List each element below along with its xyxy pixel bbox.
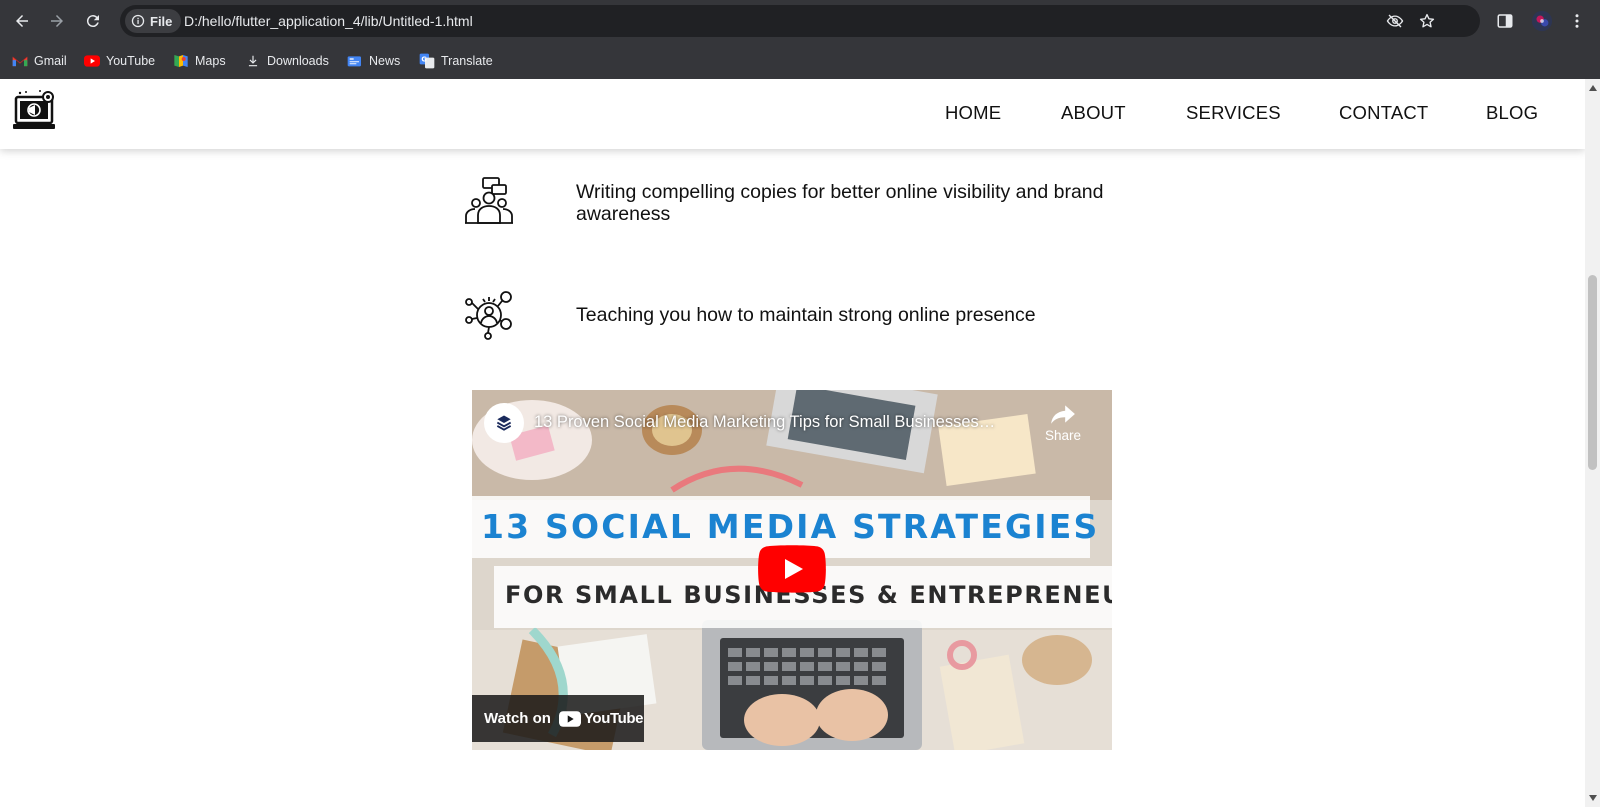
laptop-megaphone-logo-icon[interactable]	[12, 89, 56, 135]
scroll-down-arrow-icon[interactable]	[1588, 793, 1597, 802]
bookmark-news[interactable]: News	[347, 51, 400, 71]
svg-text:G: G	[421, 56, 426, 64]
network-person-icon	[465, 291, 512, 340]
site-header: HOME ABOUT SERVICES CONTACT BLOG	[0, 79, 1585, 149]
scrollbar-thumb[interactable]	[1588, 275, 1597, 470]
nav-contact[interactable]: CONTACT	[1339, 102, 1428, 124]
address-bar[interactable]: File D:/hello/flutter_application_4/lib/…	[120, 5, 1480, 37]
bookmark-youtube[interactable]: YouTube	[84, 51, 155, 71]
thumbnail-headline: 13 SOCIAL MEDIA STRATEGIES	[481, 507, 1100, 546]
bookmark-star-icon[interactable]	[1417, 11, 1437, 31]
profile-avatar[interactable]	[1530, 9, 1554, 33]
channel-avatar[interactable]	[484, 403, 524, 443]
page-scrollbar[interactable]	[1585, 79, 1600, 807]
url-text[interactable]: D:/hello/flutter_application_4/lib/Untit…	[184, 13, 473, 29]
feature-text: Teaching you how to maintain strong onli…	[576, 304, 1036, 326]
youtube-wordmark: YouTube	[558, 710, 644, 727]
maps-icon	[173, 53, 189, 69]
translate-icon: G	[419, 53, 435, 69]
site-info-chip[interactable]: File	[125, 9, 182, 33]
youtube-video-embed[interactable]: 13 Proven Social Media Marketing Tips fo…	[472, 390, 1112, 750]
bookmark-gmail[interactable]: Gmail	[12, 51, 67, 71]
avatar-icon	[1531, 10, 1553, 32]
eye-off-icon[interactable]	[1385, 11, 1405, 31]
nav-services[interactable]: SERVICES	[1186, 102, 1281, 124]
watch-on-youtube-button[interactable]: Watch on YouTube	[472, 695, 644, 742]
side-panel-button[interactable]	[1493, 9, 1517, 33]
watch-on-label: Watch on	[484, 710, 551, 727]
page-viewport: HOME ABOUT SERVICES CONTACT BLOG Writing…	[0, 79, 1585, 807]
youtube-wordmark-text: YouTube	[583, 710, 644, 727]
bookmark-label: YouTube	[106, 54, 156, 68]
nav-about[interactable]: ABOUT	[1061, 102, 1126, 124]
video-title[interactable]: 13 Proven Social Media Marketing Tips fo…	[534, 413, 995, 432]
feature-text: Writing compelling copies for better onl…	[576, 181, 1104, 225]
menu-button[interactable]	[1565, 9, 1589, 33]
news-icon	[347, 53, 363, 69]
copywriting-team-icon	[465, 177, 513, 224]
bookmarks-bar: Gmail YouTube Maps Downloads News G Tran…	[0, 42, 1600, 79]
share-button[interactable]: Share	[1038, 403, 1088, 443]
reload-icon	[86, 15, 99, 28]
bookmark-label: Translate	[441, 54, 493, 68]
gmail-icon	[12, 53, 28, 69]
site-chip-label: File	[150, 13, 173, 29]
youtube-play-icon	[558, 710, 581, 727]
layers-logo-icon	[496, 415, 512, 431]
kebab-menu-icon	[1575, 14, 1579, 28]
back-button[interactable]	[10, 9, 34, 33]
bookmark-label: News	[369, 54, 401, 68]
back-arrow-icon	[16, 15, 28, 27]
bookmark-maps[interactable]: Maps	[173, 51, 226, 71]
bookmark-label: Downloads	[267, 54, 329, 68]
nav-blog[interactable]: BLOG	[1486, 102, 1538, 124]
info-icon	[131, 14, 145, 28]
forward-arrow-icon	[51, 15, 63, 27]
download-icon	[245, 53, 261, 69]
browser-toolbar: File D:/hello/flutter_application_4/lib/…	[0, 0, 1600, 42]
reload-button[interactable]	[81, 9, 105, 33]
scroll-up-arrow-icon[interactable]	[1588, 83, 1597, 92]
forward-button[interactable]	[45, 9, 69, 33]
nav-home[interactable]: HOME	[945, 102, 1001, 124]
side-panel-icon	[1497, 14, 1513, 28]
bookmark-downloads[interactable]: Downloads	[245, 51, 329, 71]
share-arrow-icon	[1051, 405, 1075, 424]
bookmark-label: Maps	[195, 54, 226, 68]
bookmark-label: Gmail	[34, 54, 67, 68]
bookmark-translate[interactable]: G Translate	[419, 51, 493, 71]
play-button-icon[interactable]	[758, 545, 826, 593]
share-label: Share	[1044, 428, 1082, 443]
youtube-icon	[84, 53, 100, 69]
